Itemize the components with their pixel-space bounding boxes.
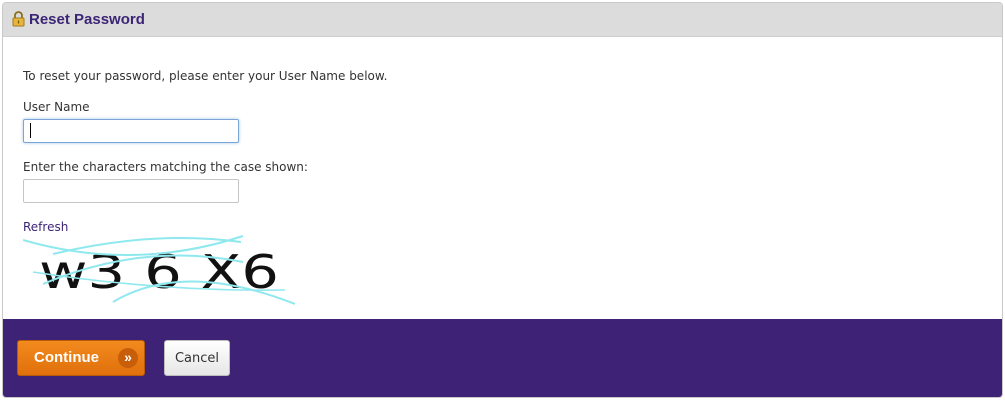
page-title: Reset Password	[29, 11, 145, 28]
username-input[interactable]	[23, 119, 239, 143]
continue-button[interactable]: Continue »	[17, 340, 145, 376]
captcha-image: w3 6 X6	[23, 235, 295, 305]
intro-text: To reset your password, please enter you…	[23, 69, 388, 83]
double-chevron-right-icon: »	[118, 348, 138, 368]
username-label: User Name	[23, 100, 90, 114]
continue-label: Continue	[34, 349, 99, 366]
lock-icon	[12, 11, 25, 27]
cancel-button[interactable]: Cancel	[164, 340, 230, 376]
dialog-footer: Continue » Cancel	[3, 319, 1002, 397]
dialog-header: Reset Password	[3, 3, 1002, 37]
reset-password-dialog: Reset Password To reset your password, p…	[2, 2, 1003, 398]
dialog-body: To reset your password, please enter you…	[3, 37, 1002, 319]
text-caret	[30, 123, 31, 138]
captcha-input[interactable]	[23, 179, 239, 203]
captcha-label: Enter the characters matching the case s…	[23, 160, 308, 174]
